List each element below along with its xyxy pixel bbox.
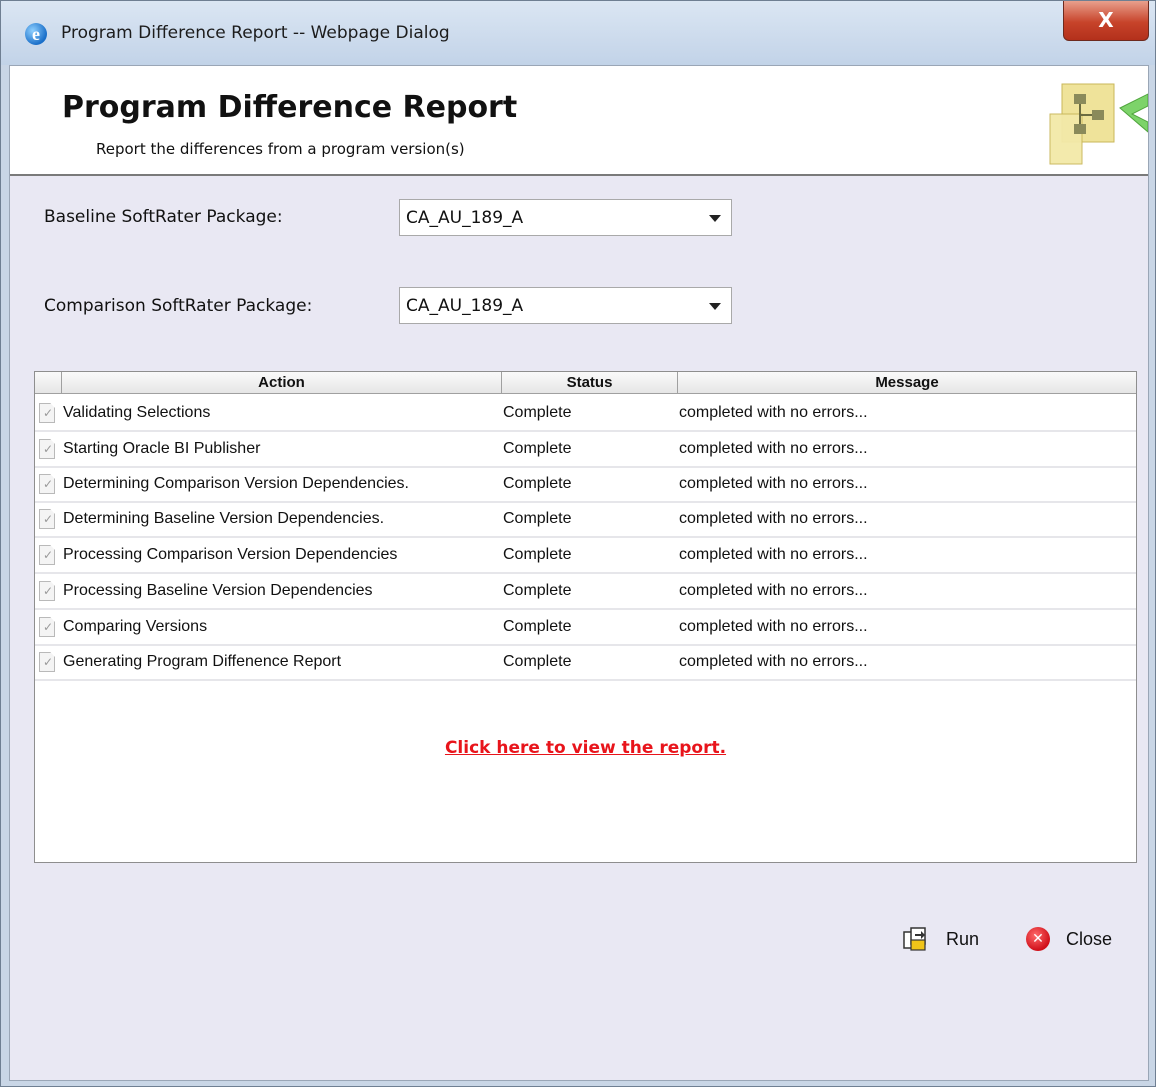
baseline-package-label: Baseline SoftRater Package:: [44, 207, 283, 227]
table-row[interactable]: Determining Baseline Version Dependencie…: [35, 503, 1136, 538]
message-cell: completed with no errors...: [679, 510, 868, 527]
page-subtitle: Report the differences from a program ve…: [96, 140, 465, 158]
window-title: Program Difference Report -- Webpage Dia…: [61, 23, 450, 43]
comparison-package-label: Comparison SoftRater Package:: [44, 296, 313, 316]
action-cell: Determining Comparison Version Dependenc…: [63, 475, 409, 492]
document-check-icon: [39, 545, 55, 565]
table-row[interactable]: Generating Program Diffenence Report Com…: [35, 646, 1136, 681]
table-row[interactable]: Comparing Versions Complete completed wi…: [35, 611, 1136, 646]
table-row[interactable]: Starting Oracle BI Publisher Complete co…: [35, 433, 1136, 468]
message-cell: completed with no errors...: [679, 653, 868, 670]
internet-explorer-icon: e: [25, 23, 47, 45]
close-button-label: Close: [1066, 929, 1113, 949]
baseline-package-select[interactable]: CA_AU_189_A: [399, 199, 732, 236]
column-header-action[interactable]: Action: [61, 372, 501, 394]
run-report-icon: [903, 927, 926, 951]
table-row[interactable]: Processing Comparison Version Dependenci…: [35, 539, 1136, 574]
table-row[interactable]: Validating Selections Complete completed…: [35, 397, 1136, 432]
status-cell: Complete: [503, 440, 572, 457]
column-header-status[interactable]: Status: [501, 372, 677, 394]
table-row[interactable]: Determining Comparison Version Dependenc…: [35, 468, 1136, 503]
column-header-message[interactable]: Message: [677, 372, 1136, 394]
document-check-icon: [39, 403, 55, 423]
comparison-package-value: CA_AU_189_A: [406, 296, 524, 316]
message-cell: completed with no errors...: [679, 440, 868, 457]
close-button[interactable]: ✕ Close: [1026, 924, 1126, 954]
status-cell: Complete: [503, 546, 572, 563]
document-check-icon: [39, 509, 55, 529]
dialog-window: e Program Difference Report -- Webpage D…: [0, 0, 1156, 1087]
message-cell: completed with no errors...: [679, 546, 868, 563]
action-cell: Comparing Versions: [63, 618, 208, 635]
status-cell: Complete: [503, 475, 572, 492]
report-header: Program Difference Report Report the dif…: [10, 66, 1148, 176]
document-check-icon: [39, 439, 55, 459]
baseline-package-value: CA_AU_189_A: [406, 208, 524, 228]
action-cell: Processing Baseline Version Dependencies: [63, 582, 373, 599]
document-check-icon: [39, 652, 55, 672]
chevron-down-icon[interactable]: [709, 215, 721, 222]
package-diagram-icon: [1049, 83, 1148, 165]
action-cell: Starting Oracle BI Publisher: [63, 440, 261, 457]
comparison-package-select[interactable]: CA_AU_189_A: [399, 287, 732, 324]
view-report-link[interactable]: Click here to view the report.: [35, 738, 1136, 758]
page-title: Program Difference Report: [62, 90, 518, 125]
status-cell: Complete: [503, 510, 572, 527]
action-cell: Processing Comparison Version Dependenci…: [63, 546, 398, 563]
status-cell: Complete: [503, 582, 572, 599]
message-cell: completed with no errors...: [679, 582, 868, 599]
action-cell: Generating Program Diffenence Report: [63, 653, 342, 670]
grid-header: Action Status Message: [35, 372, 1136, 394]
status-cell: Complete: [503, 618, 572, 635]
message-cell: completed with no errors...: [679, 475, 868, 492]
document-check-icon: [39, 617, 55, 637]
grid-header-icon-column: [35, 372, 61, 394]
progress-grid: Action Status Message Validating Selecti…: [34, 371, 1137, 863]
run-button[interactable]: Run: [902, 924, 992, 954]
document-check-icon: [39, 581, 55, 601]
status-cell: Complete: [503, 404, 572, 421]
table-row[interactable]: Processing Baseline Version Dependencies…: [35, 575, 1136, 610]
document-check-icon: [39, 474, 55, 494]
dialog-content: Program Difference Report Report the dif…: [9, 65, 1149, 1081]
close-icon: ✕: [1026, 927, 1050, 951]
message-cell: completed with no errors...: [679, 404, 868, 421]
title-bar[interactable]: e Program Difference Report -- Webpage D…: [1, 1, 1155, 65]
message-cell: completed with no errors...: [679, 618, 868, 635]
action-cell: Determining Baseline Version Dependencie…: [63, 510, 385, 527]
status-cell: Complete: [503, 653, 572, 670]
action-cell: Validating Selections: [63, 404, 211, 421]
run-button-label: Run: [946, 929, 980, 949]
window-close-button[interactable]: X: [1063, 1, 1149, 41]
chevron-down-icon[interactable]: [709, 303, 721, 310]
